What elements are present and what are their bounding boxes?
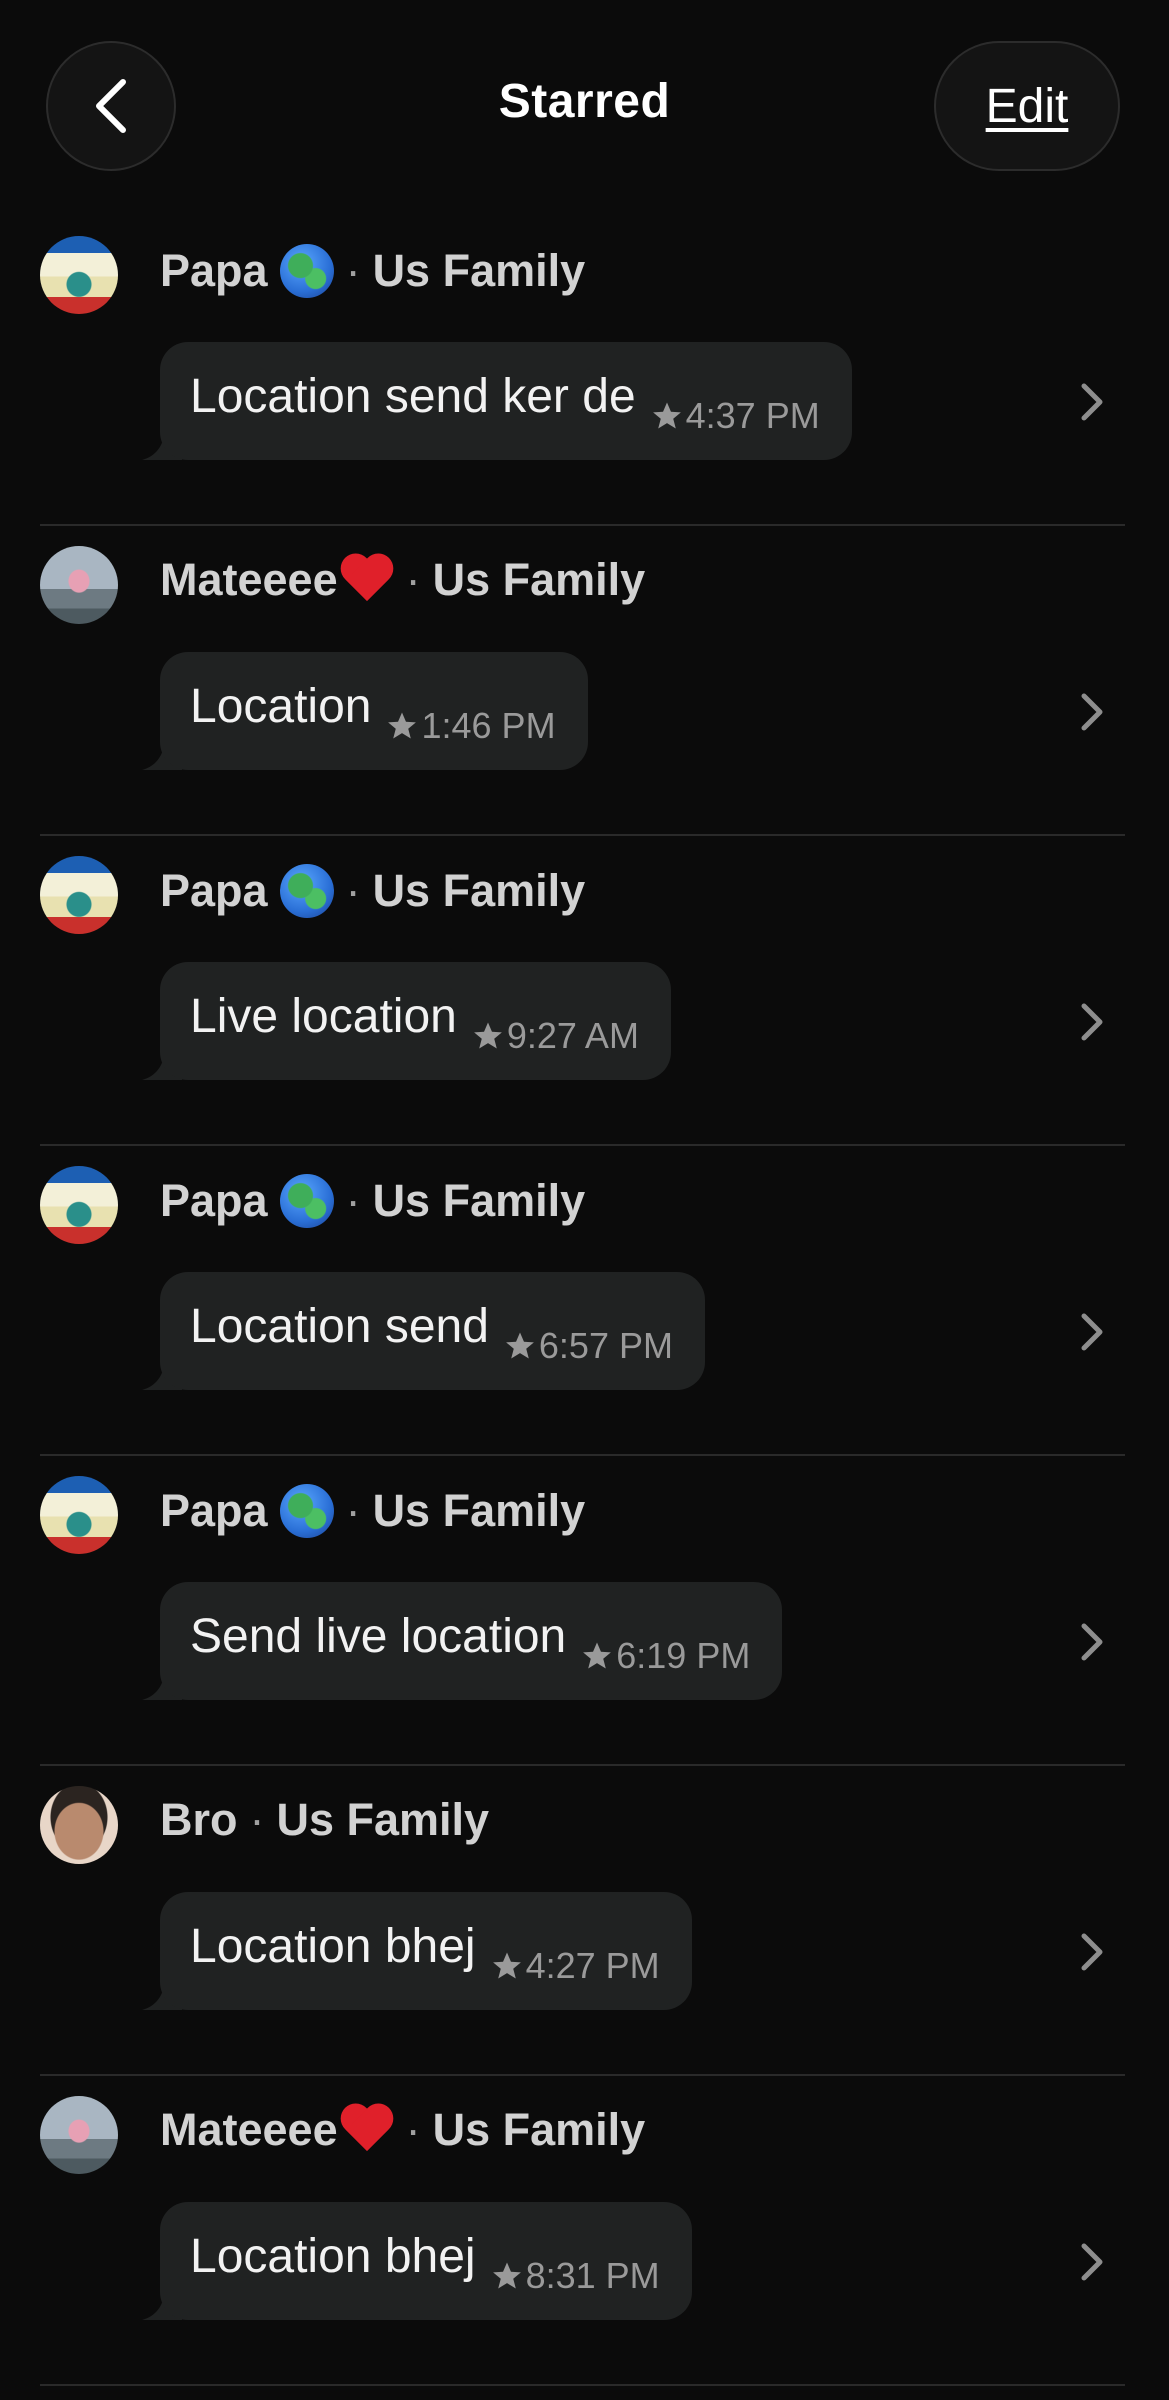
message-time: 8:31 PM bbox=[525, 2255, 660, 2296]
separator-dot: · bbox=[345, 865, 361, 916]
star-icon bbox=[583, 1642, 612, 1669]
avatar bbox=[40, 2096, 118, 2174]
sender-name: Papa bbox=[160, 1175, 268, 1226]
separator-dot: · bbox=[249, 1794, 265, 1845]
message-bubble[interactable]: Location 1:46 PM bbox=[160, 652, 588, 770]
sender-line: Papa · Us Family bbox=[160, 1484, 585, 1538]
avatar bbox=[40, 546, 118, 624]
message-text: Send live location bbox=[190, 1609, 567, 1663]
message-meta: 8:31 PM bbox=[490, 2255, 660, 2297]
separator-dot: · bbox=[405, 554, 421, 605]
message-meta: 4:37 PM bbox=[650, 395, 820, 437]
sender-line: Mateeee · Us Family bbox=[160, 2104, 645, 2156]
message-bubble[interactable]: Location bhej 8:31 PM bbox=[160, 2202, 692, 2320]
message-meta: 9:27 AM bbox=[471, 1015, 639, 1057]
message-text: Location bhej bbox=[190, 1919, 476, 1973]
message-time: 9:27 AM bbox=[506, 1015, 639, 1056]
message-time: 4:37 PM bbox=[685, 395, 820, 436]
globe-icon bbox=[279, 1174, 334, 1228]
avatar bbox=[40, 1166, 118, 1244]
chevron-right-icon[interactable] bbox=[1070, 380, 1114, 424]
message-meta: 6:57 PM bbox=[503, 1325, 673, 1367]
message-bubble[interactable]: Location send ker de 4:37 PM bbox=[160, 342, 852, 460]
sender-name: Papa bbox=[160, 245, 268, 296]
message-bubble[interactable]: Location bhej 4:27 PM bbox=[160, 1892, 692, 2010]
chevron-right-icon[interactable] bbox=[1070, 1000, 1114, 1044]
heart-icon bbox=[340, 2105, 394, 2155]
message-bubble[interactable]: Live location 9:27 AM bbox=[160, 962, 671, 1080]
avatar bbox=[40, 856, 118, 934]
sender-line: Mateeee · Us Family bbox=[160, 554, 645, 606]
message-meta: 1:46 PM bbox=[385, 705, 556, 747]
message-time: 1:46 PM bbox=[421, 705, 556, 746]
globe-icon bbox=[279, 864, 334, 918]
starred-message-row[interactable]: Papa · Us Family Location send 6:57 PM bbox=[0, 1146, 1169, 1456]
separator-dot: · bbox=[405, 2104, 421, 2155]
separator-dot: · bbox=[345, 1175, 361, 1226]
avatar bbox=[40, 1476, 118, 1554]
globe-icon bbox=[279, 1484, 334, 1538]
starred-message-row[interactable]: Mateeee · Us Family Location bhej 8:31 PM bbox=[0, 2076, 1169, 2386]
sender-line: Papa · Us Family bbox=[160, 1174, 585, 1228]
group-name: Us Family bbox=[276, 1794, 490, 1845]
star-icon bbox=[492, 2262, 521, 2289]
sender-line: Papa · Us Family bbox=[160, 864, 585, 918]
group-name: Us Family bbox=[432, 554, 646, 605]
chevron-right-icon[interactable] bbox=[1070, 1620, 1114, 1664]
heart-icon bbox=[340, 555, 394, 605]
group-name: Us Family bbox=[372, 245, 586, 296]
starred-message-list: Papa · Us Family Location send ker de 4:37 P… bbox=[0, 216, 1169, 2386]
sender-name: Bro bbox=[160, 1794, 238, 1845]
starred-message-row[interactable]: Bro · Us Family Location bhej 4:27 PM bbox=[0, 1766, 1169, 2076]
message-text: Location bbox=[190, 679, 372, 733]
message-meta: 4:27 PM bbox=[490, 1945, 660, 1987]
message-text: Location bhej bbox=[190, 2229, 476, 2283]
message-bubble[interactable]: Send live location 6:19 PM bbox=[160, 1582, 783, 1700]
avatar bbox=[40, 236, 118, 314]
group-name: Us Family bbox=[372, 1175, 586, 1226]
message-meta: 6:19 PM bbox=[580, 1635, 750, 1677]
separator-dot: · bbox=[345, 245, 361, 296]
star-icon bbox=[473, 1022, 502, 1049]
chevron-right-icon[interactable] bbox=[1070, 2240, 1114, 2284]
edit-button[interactable]: Edit bbox=[934, 41, 1120, 171]
sender-name: Mateeee bbox=[160, 2104, 338, 2155]
group-name: Us Family bbox=[432, 2104, 646, 2155]
header: Starred Edit bbox=[0, 0, 1169, 216]
group-name: Us Family bbox=[372, 1485, 586, 1536]
separator-dot: · bbox=[345, 1485, 361, 1536]
starred-message-row[interactable]: Papa · Us Family Send live location 6:19 PM bbox=[0, 1456, 1169, 1766]
chevron-right-icon[interactable] bbox=[1070, 690, 1114, 734]
sender-name: Mateeee bbox=[160, 554, 338, 605]
sender-name: Papa bbox=[160, 865, 268, 916]
starred-message-row[interactable]: Papa · Us Family Live location 9:27 AM bbox=[0, 836, 1169, 1146]
message-bubble[interactable]: Location send 6:57 PM bbox=[160, 1272, 705, 1390]
message-time: 6:19 PM bbox=[616, 1635, 751, 1676]
sender-line: Bro · Us Family bbox=[160, 1794, 489, 1846]
starred-message-row[interactable]: Papa · Us Family Location send ker de 4:37 P… bbox=[0, 216, 1169, 526]
chevron-right-icon[interactable] bbox=[1070, 1310, 1114, 1354]
star-icon bbox=[506, 1332, 534, 1359]
row-divider bbox=[40, 2384, 1125, 2386]
message-time: 6:57 PM bbox=[538, 1325, 673, 1366]
message-text: Location send ker de bbox=[190, 369, 636, 423]
star-icon bbox=[492, 1952, 521, 1979]
globe-icon bbox=[279, 244, 334, 298]
starred-messages-screen: Starred Edit Papa · Us Family Location send… bbox=[0, 0, 1169, 2400]
starred-message-row[interactable]: Mateeee · Us Family Location 1:46 PM bbox=[0, 526, 1169, 836]
message-time: 4:27 PM bbox=[525, 1945, 660, 1986]
message-text: Location send bbox=[190, 1299, 489, 1353]
chevron-right-icon[interactable] bbox=[1070, 1930, 1114, 1974]
sender-line: Papa · Us Family bbox=[160, 244, 585, 298]
star-icon bbox=[652, 402, 681, 429]
star-icon bbox=[388, 712, 417, 739]
avatar bbox=[40, 1786, 118, 1864]
sender-name: Papa bbox=[160, 1485, 268, 1536]
group-name: Us Family bbox=[372, 865, 586, 916]
message-text: Live location bbox=[190, 989, 457, 1043]
